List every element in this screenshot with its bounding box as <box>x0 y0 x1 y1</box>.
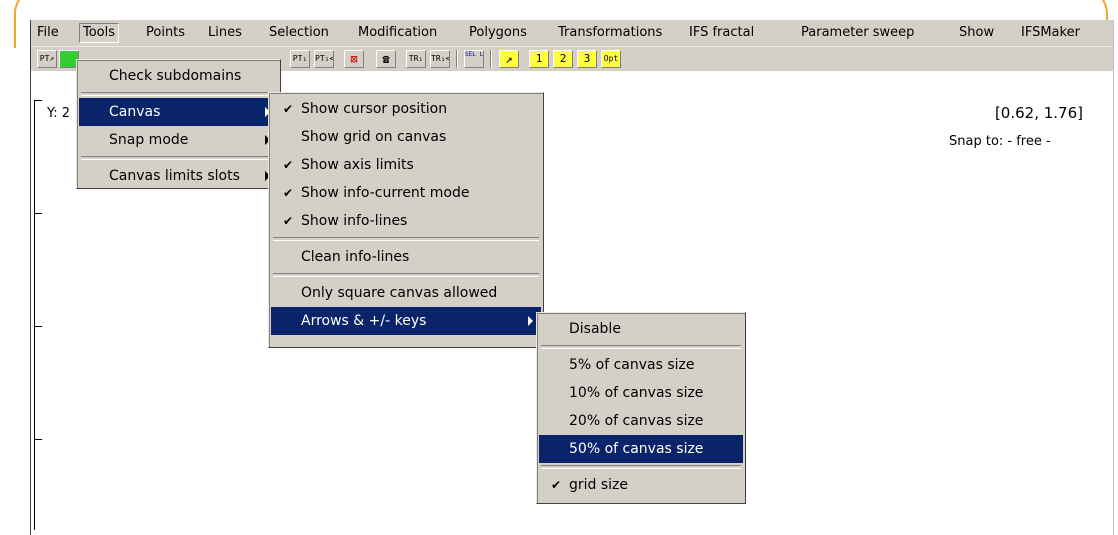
menu-item-label: Show cursor position <box>301 101 448 117</box>
menu-item-label: Snap mode <box>109 132 189 148</box>
menu-ifsmaker[interactable]: IFSMaker <box>1021 24 1080 42</box>
menu-item-label: Show axis limits <box>301 157 414 173</box>
menu-modification[interactable]: Modification <box>358 24 437 42</box>
menu-item-label: 10% of canvas size <box>569 385 704 401</box>
menu-item-label: Arrows & +/- keys <box>301 313 427 329</box>
menu-item-snap-mode[interactable]: Snap mode <box>79 126 278 154</box>
tool-point-arrow-button[interactable]: PT↗ <box>37 50 57 68</box>
menu-item-label: Canvas limits slots <box>109 168 240 184</box>
menu-item-label: Check subdomains <box>109 68 242 84</box>
tool-phone-button[interactable]: ☎ <box>376 50 396 68</box>
tool-cross-out-button[interactable]: ⊠ <box>344 50 364 68</box>
check-icon: ✔ <box>283 102 294 116</box>
check-icon: ✔ <box>283 158 294 172</box>
menu-item-show-info-lines[interactable]: ✔ Show info-lines <box>271 207 541 235</box>
axis-tick <box>34 100 42 101</box>
menu-bar: File Tools Points Lines Selection Modifi… <box>31 20 1113 47</box>
menu-item-canvas[interactable]: Canvas <box>79 98 278 126</box>
menu-separator <box>81 92 276 96</box>
menu-item-disable[interactable]: Disable <box>539 315 743 343</box>
menu-transformations[interactable]: Transformations <box>558 24 662 42</box>
menu-item-label: 50% of canvas size <box>569 441 704 457</box>
tool-opt-button[interactable]: Opt <box>601 50 621 68</box>
menu-item-label: 20% of canvas size <box>569 413 704 429</box>
tool-tr1-back-button[interactable]: TR₁< <box>430 50 450 68</box>
menu-item-check-subdomains[interactable]: Check subdomains <box>79 62 278 90</box>
tool-select-list-button[interactable]: SEL LIST <box>464 50 484 68</box>
check-icon: ✔ <box>551 478 562 492</box>
menu-item-label: Show grid on canvas <box>301 129 447 145</box>
tool-pt1-button[interactable]: PT₁ <box>290 50 310 68</box>
tool-pt1-back-button[interactable]: PT₁< <box>314 50 334 68</box>
menu-show[interactable]: Show <box>959 24 994 42</box>
toolbar-separator <box>490 50 492 68</box>
menu-item-50-percent[interactable]: 50% of canvas size <box>539 435 743 463</box>
menu-item-show-cursor-position[interactable]: ✔ Show cursor position <box>271 95 541 123</box>
menu-item-only-square-canvas[interactable]: Only square canvas allowed <box>271 279 541 307</box>
tool-tr1-button[interactable]: TR₁ <box>406 50 426 68</box>
check-icon: ✔ <box>283 214 294 228</box>
menu-item-5-percent[interactable]: 5% of canvas size <box>539 351 743 379</box>
menu-separator <box>273 237 539 241</box>
menu-selection[interactable]: Selection <box>269 24 329 42</box>
menu-item-show-axis-limits[interactable]: ✔ Show axis limits <box>271 151 541 179</box>
menu-separator <box>541 465 741 469</box>
arrows-submenu: Disable 5% of canvas size 10% of canvas … <box>536 312 746 504</box>
menu-item-label: grid size <box>569 477 629 493</box>
check-icon: ✔ <box>283 186 294 200</box>
menu-file[interactable]: File <box>37 24 59 42</box>
menu-tools[interactable]: Tools <box>79 23 120 43</box>
snap-status: Snap to: - free - <box>949 134 1051 149</box>
menu-item-label: 5% of canvas size <box>569 357 695 373</box>
axis-tick <box>34 213 42 214</box>
menu-parameter-sweep[interactable]: Parameter sweep <box>801 24 914 42</box>
submenu-arrow-icon <box>528 316 533 326</box>
cursor-coordinates: [0.62, 1.76] <box>994 104 1083 122</box>
menu-item-arrows-keys[interactable]: Arrows & +/- keys <box>271 307 541 335</box>
menu-item-label: Canvas <box>109 104 161 120</box>
menu-item-10-percent[interactable]: 10% of canvas size <box>539 379 743 407</box>
axis-tick <box>34 326 42 327</box>
menu-item-label: Clean info-lines <box>301 249 410 265</box>
menu-item-label: Show info-current mode <box>301 185 470 201</box>
menu-item-20-percent[interactable]: 20% of canvas size <box>539 407 743 435</box>
menu-item-label: Disable <box>569 321 621 337</box>
menu-separator <box>541 345 741 349</box>
menu-item-show-info-current-mode[interactable]: ✔ Show info-current mode <box>271 179 541 207</box>
menu-separator <box>273 273 539 277</box>
tool-slot1-button[interactable]: 1 <box>529 50 549 68</box>
menu-item-show-grid[interactable]: Show grid on canvas <box>271 123 541 151</box>
menu-lines[interactable]: Lines <box>208 24 242 42</box>
axis-tick <box>34 439 42 440</box>
menu-item-canvas-limits-slots[interactable]: Canvas limits slots <box>79 162 278 190</box>
tool-pen-button[interactable]: ↗ <box>499 50 519 68</box>
tools-menu: Check subdomains Canvas Snap mode Canvas… <box>76 59 281 189</box>
menu-separator <box>81 156 276 160</box>
canvas-submenu: ✔ Show cursor position Show grid on canva… <box>268 92 544 348</box>
menu-item-label: Show info-lines <box>301 213 408 229</box>
menu-polygons[interactable]: Polygons <box>469 24 527 42</box>
menu-item-label: Only square canvas allowed <box>301 285 498 301</box>
menu-item-clean-info-lines[interactable]: Clean info-lines <box>271 243 541 271</box>
tool-slot2-button[interactable]: 2 <box>553 50 573 68</box>
menu-ifs-fractal[interactable]: IFS fractal <box>689 24 754 42</box>
axis-line <box>34 100 35 530</box>
menu-item-grid-size[interactable]: ✔ grid size <box>539 471 743 499</box>
menu-points[interactable]: Points <box>146 24 185 42</box>
toolbar-separator <box>456 50 458 68</box>
tool-slot3-button[interactable]: 3 <box>577 50 597 68</box>
y-axis-label: Y: 2 <box>47 106 70 121</box>
